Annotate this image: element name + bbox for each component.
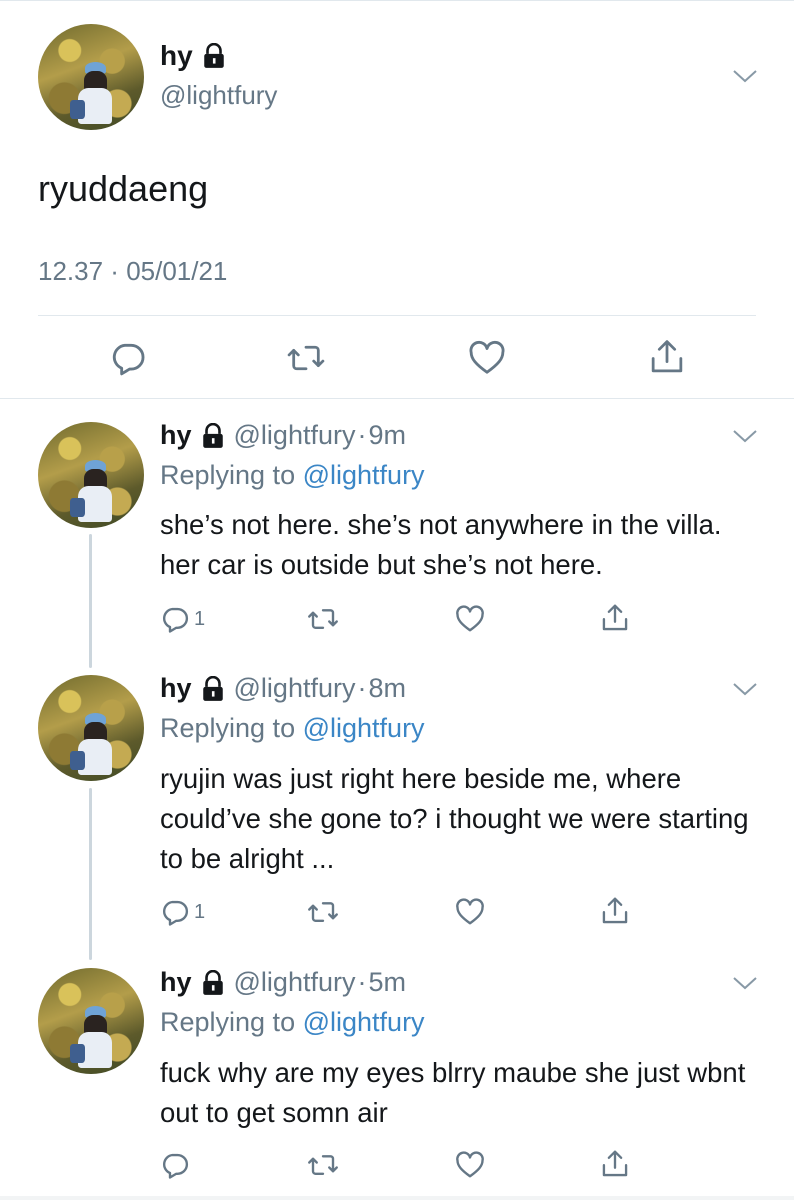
heart-icon: [456, 605, 484, 632]
display-name[interactable]: hy: [160, 967, 192, 998]
top-border: [0, 0, 794, 1]
heart-icon: [456, 898, 484, 925]
share-icon: [602, 1150, 628, 1177]
lock-icon: [202, 675, 223, 701]
display-name[interactable]: hy: [160, 673, 192, 704]
reply-icon: [163, 1153, 189, 1179]
heart-icon: [456, 1151, 484, 1178]
display-name-text: hy: [160, 40, 193, 71]
heart-icon: [469, 340, 505, 374]
reply-button[interactable]: 1: [160, 604, 205, 634]
share-icon: [602, 897, 628, 924]
retweet-icon: [308, 1155, 338, 1175]
replying-to: Replying to @lightfury: [160, 1007, 425, 1038]
thread-line: [89, 788, 92, 960]
retweet-icon: [308, 902, 338, 922]
user-handle[interactable]: @lightfury: [234, 967, 356, 998]
reply-count: 1: [194, 607, 206, 630]
like-button[interactable]: [455, 604, 485, 634]
like-button[interactable]: [455, 897, 485, 927]
avatar[interactable]: [38, 24, 144, 130]
reply-button[interactable]: [109, 339, 147, 377]
display-name[interactable]: hy: [160, 420, 192, 451]
replying-to-link[interactable]: @lightfury: [303, 460, 425, 490]
chevron-down-icon[interactable]: [732, 428, 758, 444]
share-icon: [651, 340, 683, 373]
dot-separator: ·: [357, 420, 367, 450]
user-handle[interactable]: @lightfury: [234, 673, 356, 704]
reply-icon: [163, 607, 189, 633]
avatar[interactable]: [38, 968, 144, 1074]
chevron-down-icon[interactable]: [732, 975, 758, 991]
tweet-time[interactable]: 9m: [368, 420, 406, 451]
reply-header: hy @lightfury · 5m: [160, 967, 406, 998]
retweet-button[interactable]: [306, 604, 340, 634]
tweet-text: ryujin was just right here beside me, wh…: [160, 763, 749, 874]
avatar[interactable]: [38, 422, 144, 528]
chevron-down-icon[interactable]: [732, 681, 758, 697]
reply-icon: [163, 900, 189, 926]
reply-count: 1: [194, 900, 206, 923]
replying-to-link[interactable]: @lightfury: [303, 713, 425, 743]
replying-to-prefix: Replying to: [160, 1007, 296, 1037]
share-button[interactable]: [600, 1148, 630, 1180]
lock-icon: [202, 422, 223, 448]
chevron-down-icon[interactable]: [732, 68, 758, 84]
dot-separator: ·: [357, 673, 367, 703]
replying-to: Replying to @lightfury: [160, 460, 425, 491]
share-button[interactable]: [600, 895, 630, 927]
tweet-text: fuck why are my eyes blrry maube she jus…: [160, 1057, 746, 1128]
tweet-timestamp[interactable]: 12.37 · 05/01/21: [38, 256, 227, 287]
user-handle[interactable]: @lightfury: [160, 80, 277, 111]
like-button[interactable]: [455, 1150, 485, 1180]
display-name[interactable]: hy: [160, 40, 227, 72]
thread-line: [89, 534, 92, 668]
retweet-button[interactable]: [306, 897, 340, 927]
retweet-button[interactable]: [306, 1150, 340, 1180]
replying-to-prefix: Replying to: [160, 460, 296, 490]
reply-header: hy @lightfury · 9m: [160, 420, 406, 451]
avatar[interactable]: [38, 675, 144, 781]
tweet-time[interactable]: 5m: [368, 967, 406, 998]
tweet-date: 05/01/21: [126, 256, 228, 286]
like-button[interactable]: [468, 339, 506, 377]
user-handle[interactable]: @lightfury: [234, 420, 356, 451]
retweet-icon: [308, 609, 338, 629]
meta-separator: ·: [103, 256, 127, 286]
share-icon: [602, 604, 628, 631]
replying-to: Replying to @lightfury: [160, 713, 425, 744]
replying-to-prefix: Replying to: [160, 713, 296, 743]
tweet-time[interactable]: 8m: [368, 673, 406, 704]
section-divider: [0, 398, 794, 399]
replying-to-link[interactable]: @lightfury: [303, 1007, 425, 1037]
divider: [38, 315, 756, 316]
retweet-button[interactable]: [286, 339, 326, 377]
dot-separator: ·: [357, 967, 367, 997]
reply-header: hy @lightfury · 8m: [160, 673, 406, 704]
tweet-text: she’s not here. she’s not anywhere in th…: [160, 509, 722, 580]
reply-icon: [112, 343, 145, 376]
lock-icon: [203, 43, 224, 68]
tweet-text: ryuddaeng: [38, 168, 209, 209]
reply-button[interactable]: 1: [160, 897, 205, 927]
retweet-icon: [287, 345, 325, 371]
tweet-time: 12.37: [38, 256, 104, 286]
share-button[interactable]: [648, 337, 686, 377]
lock-icon: [202, 969, 223, 995]
share-button[interactable]: [600, 602, 630, 634]
reply-button[interactable]: [160, 1150, 194, 1180]
bottom-edge: [0, 1196, 794, 1200]
